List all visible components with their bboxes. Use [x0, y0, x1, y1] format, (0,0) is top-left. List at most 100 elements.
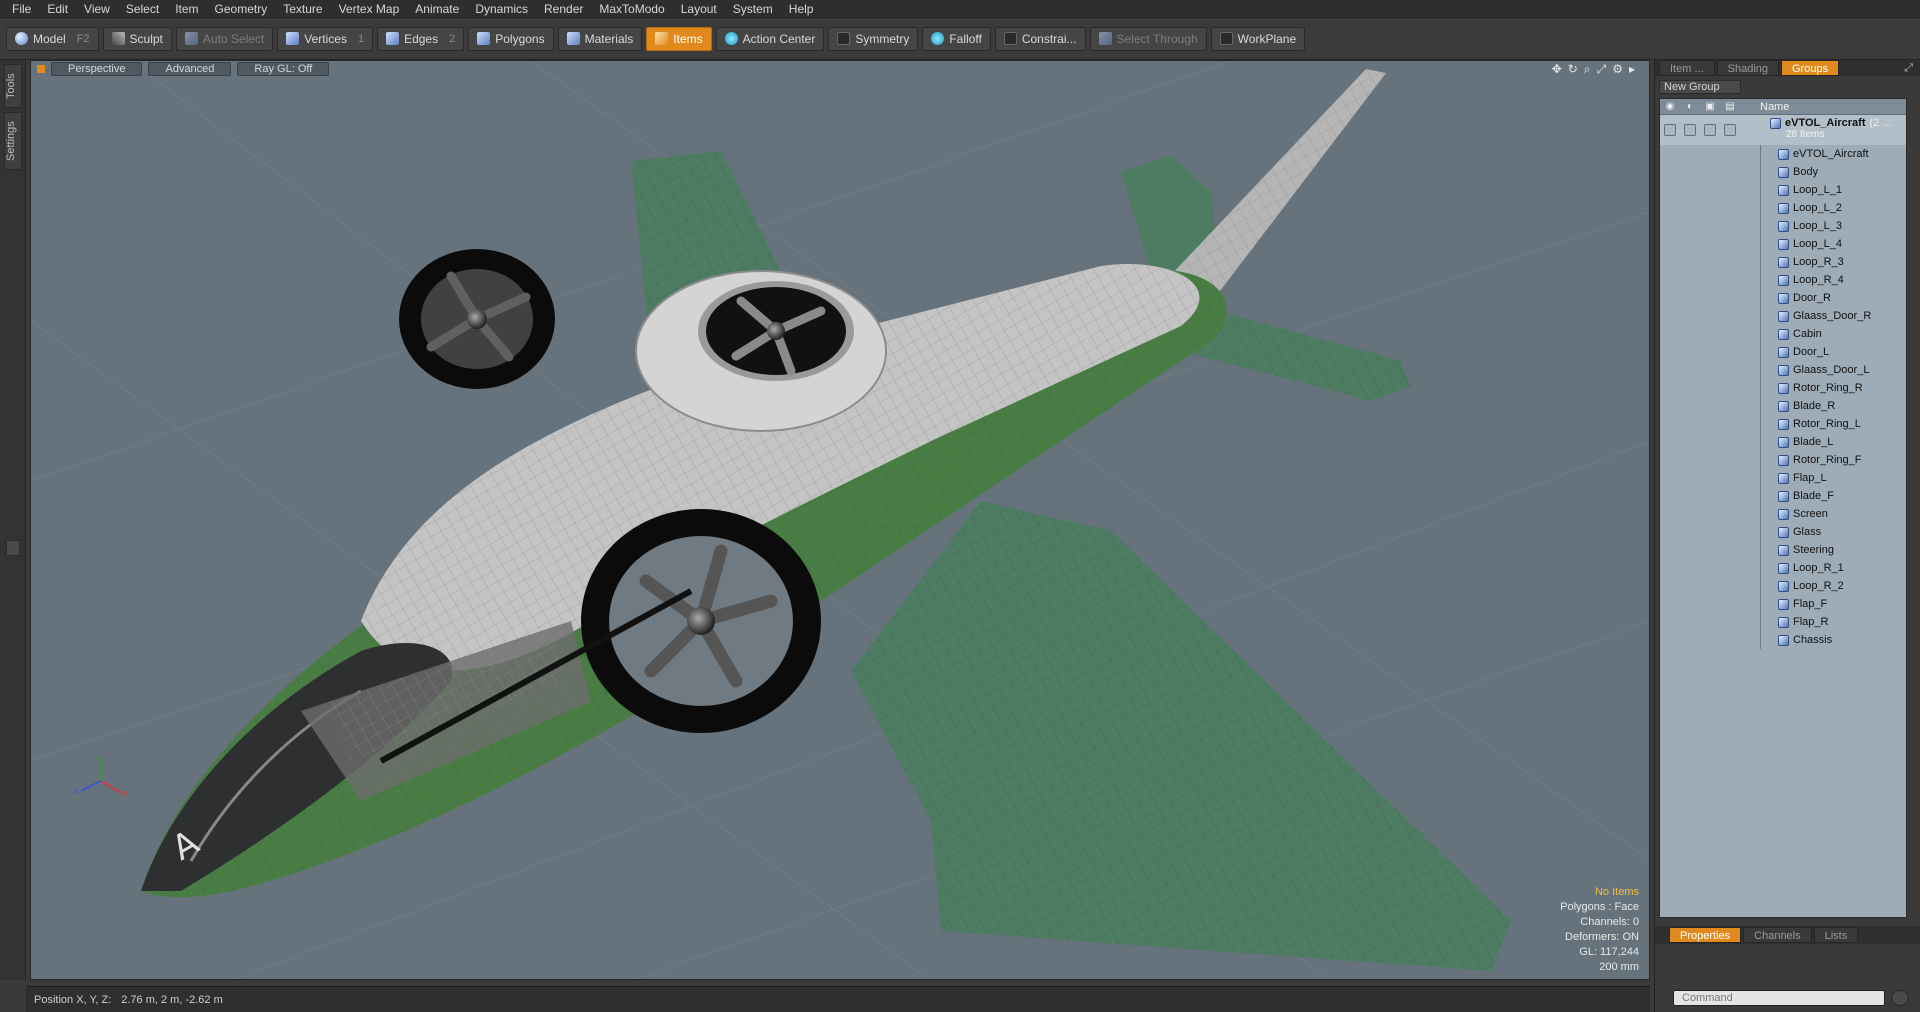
advanced-shading-button[interactable]: Advanced: [148, 62, 232, 76]
3d-viewport[interactable]: Perspective Advanced Ray GL: Off ✥ ↻ ⌕ ⤢…: [30, 60, 1650, 980]
tree-line: [1760, 433, 1761, 451]
group-item-row[interactable]: Loop_L_4: [1660, 235, 1906, 253]
menu-animate[interactable]: Animate: [407, 0, 467, 18]
tab-item-list[interactable]: Item ...: [1659, 60, 1715, 76]
render-toggle[interactable]: [1684, 124, 1696, 136]
group-item-row[interactable]: Loop_R_4: [1660, 271, 1906, 289]
groups-panel: Item ... Shading Groups ⤢ New Group ◉ ◐ …: [1654, 60, 1920, 1012]
lock-toggle[interactable]: [1704, 124, 1716, 136]
group-item-row[interactable]: Chassis: [1660, 631, 1906, 649]
command-input[interactable]: Command: [1673, 990, 1885, 1006]
group-item-row[interactable]: Loop_R_3: [1660, 253, 1906, 271]
tab-groups[interactable]: Groups: [1781, 60, 1840, 76]
settings-tab[interactable]: Settings: [4, 112, 22, 170]
gear-icon[interactable]: ⚙: [1612, 61, 1623, 77]
menu-edit[interactable]: Edit: [39, 0, 76, 18]
vertices-button[interactable]: Vertices 1: [277, 26, 374, 51]
tab-channels[interactable]: Channels: [1743, 927, 1812, 943]
menu-file[interactable]: File: [4, 0, 39, 18]
group-item-row[interactable]: Loop_L_2: [1660, 199, 1906, 217]
group-item-row[interactable]: Flap_F: [1660, 595, 1906, 613]
falloff-button[interactable]: Falloff: [922, 26, 991, 51]
group-item-row[interactable]: Rotor_Ring_F: [1660, 451, 1906, 469]
menu-maxtomodo[interactable]: MaxToModo: [591, 0, 672, 18]
symmetry-button[interactable]: Symmetry: [828, 26, 919, 51]
group-count-short: (2 ...: [1869, 117, 1892, 129]
collapse-handle[interactable]: [6, 540, 20, 556]
ray-gl-button[interactable]: Ray GL: Off: [237, 62, 330, 76]
group-item-row[interactable]: Glass: [1660, 523, 1906, 541]
items-button[interactable]: Items: [646, 26, 712, 51]
group-item-label: Steering: [1793, 544, 1834, 556]
action-center-button[interactable]: Action Center: [715, 26, 825, 51]
select-toggle[interactable]: [1724, 124, 1736, 136]
sculpt-mode-button[interactable]: Sculpt: [102, 26, 172, 51]
group-item-row[interactable]: Glaass_Door_R: [1660, 307, 1906, 325]
menu-view[interactable]: View: [76, 0, 118, 18]
lock-column-icon[interactable]: ▣: [1700, 101, 1720, 112]
group-item-row[interactable]: Flap_L: [1660, 469, 1906, 487]
group-item-row[interactable]: eVTOL_Aircraft: [1660, 145, 1906, 163]
fit-icon[interactable]: ⤢: [1597, 61, 1607, 77]
menu-geometry[interactable]: Geometry: [207, 0, 276, 18]
perspective-button[interactable]: Perspective: [51, 62, 143, 76]
group-item-row[interactable]: Screen: [1660, 505, 1906, 523]
svg-text:z: z: [73, 786, 78, 796]
group-item-row[interactable]: Blade_F: [1660, 487, 1906, 505]
viewport-menu-icon[interactable]: [37, 65, 45, 73]
render-column-icon[interactable]: ◐: [1680, 101, 1700, 112]
menu-item[interactable]: Item: [167, 0, 206, 18]
group-item-row[interactable]: Body: [1660, 163, 1906, 181]
visibility-column-icon[interactable]: ◉: [1660, 101, 1680, 112]
panel-expand-icon[interactable]: ⤢: [1904, 62, 1913, 75]
group-item-row[interactable]: Loop_R_2: [1660, 577, 1906, 595]
group-item-row[interactable]: Blade_R: [1660, 397, 1906, 415]
group-item-row[interactable]: Door_R: [1660, 289, 1906, 307]
tab-properties[interactable]: Properties: [1669, 927, 1742, 943]
materials-button[interactable]: Materials: [557, 26, 643, 51]
menu-dynamics[interactable]: Dynamics: [467, 0, 536, 18]
tab-lists[interactable]: Lists: [1813, 927, 1859, 943]
group-item-label: Flap_R: [1793, 616, 1829, 628]
menu-help[interactable]: Help: [781, 0, 822, 18]
mesh-icon: [1778, 418, 1789, 430]
model-mode-button[interactable]: Model F2: [6, 26, 99, 51]
select-column-icon[interactable]: ▤: [1720, 101, 1740, 112]
tools-tab[interactable]: Tools: [4, 64, 22, 108]
group-item-row[interactable]: Rotor_Ring_L: [1660, 415, 1906, 433]
group-item-row[interactable]: Glaass_Door_L: [1660, 361, 1906, 379]
eye-toggle[interactable]: [1664, 124, 1676, 136]
tab-shading[interactable]: Shading: [1716, 60, 1779, 76]
tree-line: [1760, 217, 1761, 235]
rotate-icon[interactable]: ↻: [1568, 61, 1578, 77]
auto-select-button[interactable]: Auto Select: [175, 26, 274, 51]
group-item-row[interactable]: Flap_R: [1660, 613, 1906, 631]
name-column-header[interactable]: Name: [1760, 101, 1789, 113]
expand-arrow-icon[interactable]: ▸: [1629, 61, 1635, 77]
zoom-icon[interactable]: ⌕: [1584, 61, 1591, 77]
edges-button[interactable]: Edges 2: [377, 26, 465, 51]
group-item-row[interactable]: Loop_L_1: [1660, 181, 1906, 199]
tree-line: [1760, 343, 1761, 361]
group-item-row[interactable]: Blade_L: [1660, 433, 1906, 451]
menu-texture[interactable]: Texture: [275, 0, 330, 18]
new-group-button[interactable]: New Group: [1659, 80, 1741, 94]
select-through-button[interactable]: Select Through: [1089, 26, 1207, 51]
menu-render[interactable]: Render: [536, 0, 591, 18]
command-run-button[interactable]: [1891, 990, 1909, 1006]
group-root-row[interactable]: eVTOL_Aircraft (2 ... 28 Items: [1660, 115, 1906, 145]
polygons-button[interactable]: Polygons: [468, 26, 554, 51]
pan-icon[interactable]: ✥: [1552, 61, 1562, 77]
group-item-row[interactable]: Loop_L_3: [1660, 217, 1906, 235]
constraints-button[interactable]: Constrai...: [994, 26, 1086, 51]
group-item-row[interactable]: Rotor_Ring_R: [1660, 379, 1906, 397]
group-item-row[interactable]: Door_L: [1660, 343, 1906, 361]
group-item-row[interactable]: Steering: [1660, 541, 1906, 559]
menu-system[interactable]: System: [725, 0, 781, 18]
workplane-button[interactable]: WorkPlane: [1210, 26, 1306, 51]
menu-select[interactable]: Select: [118, 0, 167, 18]
group-item-row[interactable]: Loop_R_1: [1660, 559, 1906, 577]
menu-vertex-map[interactable]: Vertex Map: [331, 0, 408, 18]
group-item-row[interactable]: Cabin: [1660, 325, 1906, 343]
menu-layout[interactable]: Layout: [673, 0, 725, 18]
